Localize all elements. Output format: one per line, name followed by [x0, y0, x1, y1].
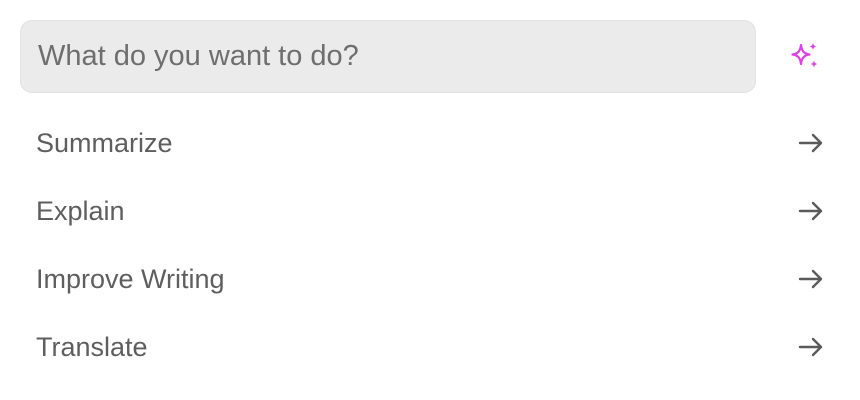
- prompt-input[interactable]: [20, 20, 756, 93]
- sparkle-icon: [791, 42, 818, 68]
- action-translate[interactable]: Translate: [20, 313, 840, 381]
- arrow-right-icon: [794, 262, 828, 296]
- action-label: Summarize: [36, 127, 173, 158]
- action-label: Translate: [36, 331, 148, 362]
- action-label: Explain: [36, 195, 125, 226]
- arrow-right-icon: [794, 126, 828, 160]
- sparkle-button[interactable]: [786, 38, 824, 76]
- arrow-right-icon: [794, 330, 828, 364]
- action-list: Summarize Explain Improve Writing Transl…: [20, 109, 840, 381]
- action-improve-writing[interactable]: Improve Writing: [20, 245, 840, 313]
- prompt-bar: [20, 20, 840, 93]
- action-summarize[interactable]: Summarize: [20, 109, 840, 177]
- arrow-right-icon: [794, 194, 828, 228]
- action-label: Improve Writing: [36, 263, 225, 294]
- action-explain[interactable]: Explain: [20, 177, 840, 245]
